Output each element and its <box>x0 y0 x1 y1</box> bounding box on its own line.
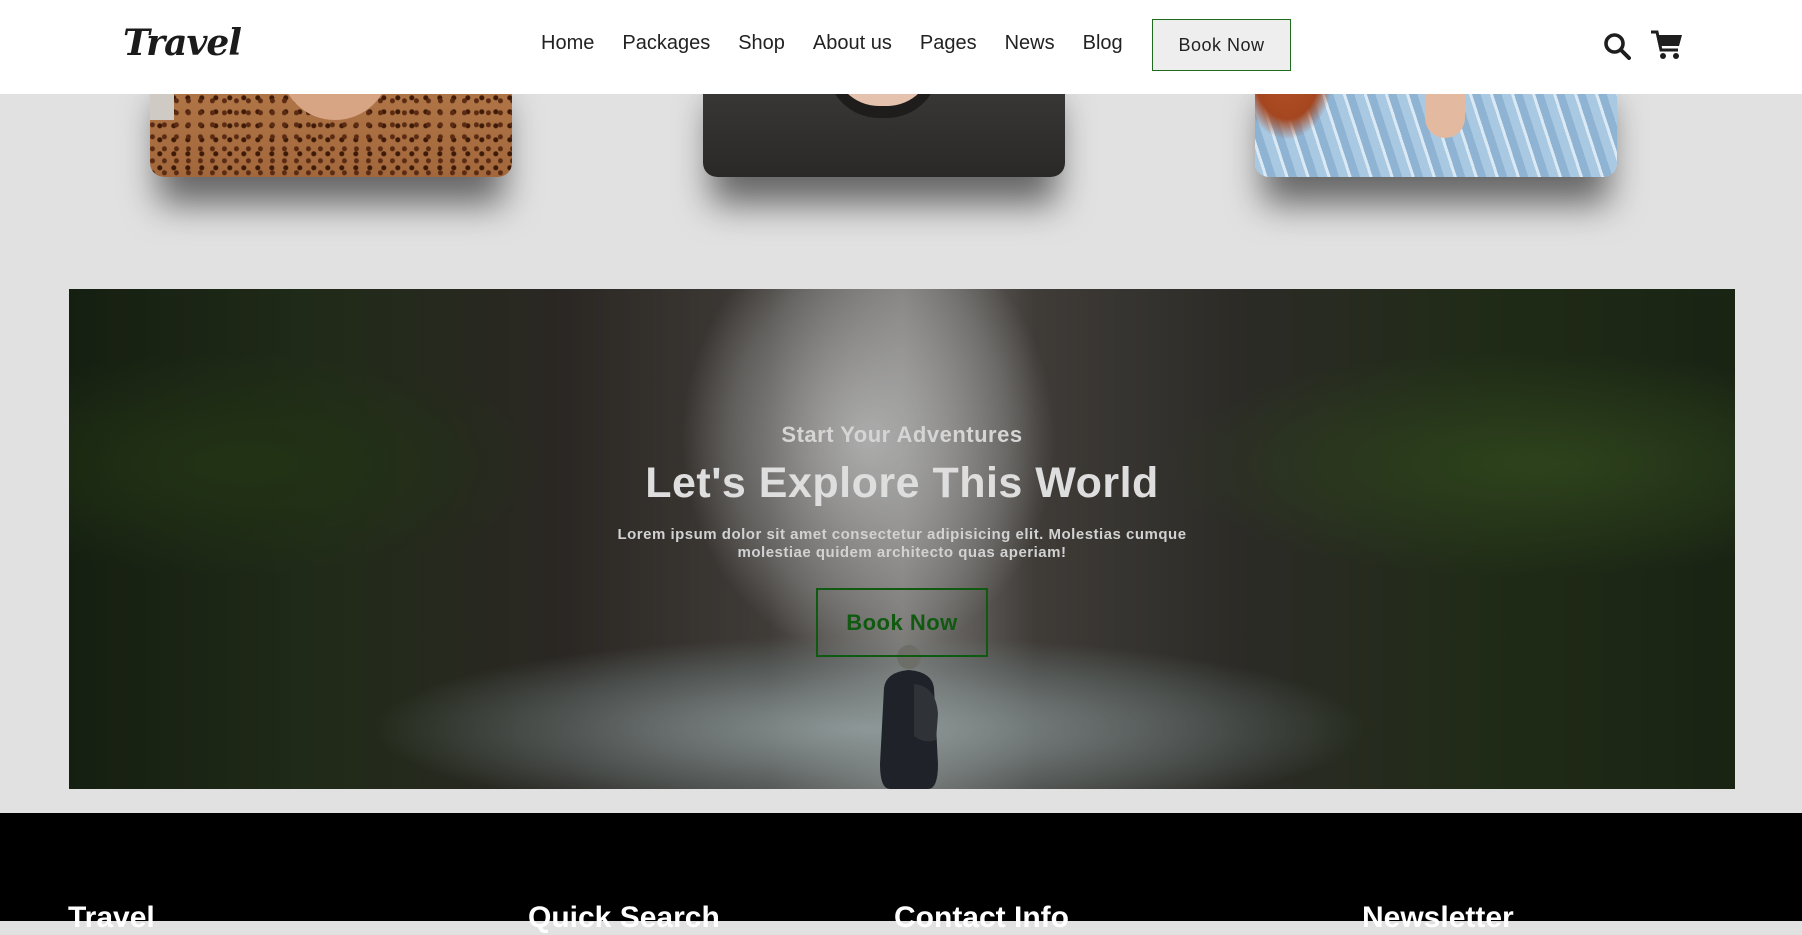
footer-heading-quick-search: Quick Search <box>528 901 720 934</box>
cart-icon[interactable] <box>1651 30 1683 60</box>
nav-item-news[interactable]: News <box>1005 32 1055 55</box>
footer-heading-newsletter: Newsletter <box>1362 901 1514 934</box>
banner-description: Lorem ipsum dolor sit amet consectetur a… <box>617 526 1187 561</box>
site-footer: Travel Quick Search Contact Info Newslet… <box>0 813 1802 934</box>
nav-item-about-us[interactable]: About us <box>813 32 892 55</box>
nav-item-blog[interactable]: Blog <box>1083 32 1123 55</box>
main-nav: Home Packages Shop About us Pages News B… <box>541 32 1123 55</box>
site-header: Travel Home Packages Shop About us Pages… <box>0 0 1802 94</box>
banner-content: Start Your Adventures Let's Explore This… <box>69 289 1735 789</box>
adventure-banner: Start Your Adventures Let's Explore This… <box>69 289 1735 789</box>
nav-item-shop[interactable]: Shop <box>738 32 785 55</box>
banner-book-now-button[interactable]: Book Now <box>816 588 988 657</box>
nav-item-pages[interactable]: Pages <box>920 32 977 55</box>
header-book-now-button[interactable]: Book Now <box>1152 19 1291 71</box>
site-logo[interactable]: Travel <box>123 22 242 64</box>
nav-item-home[interactable]: Home <box>541 32 594 55</box>
banner-subtitle: Start Your Adventures <box>781 422 1023 447</box>
nav-item-packages[interactable]: Packages <box>622 32 710 55</box>
footer-heading-contact-info: Contact Info <box>894 901 1069 934</box>
banner-title: Let's Explore This World <box>645 459 1159 507</box>
search-icon[interactable] <box>1603 32 1631 60</box>
footer-heading-travel: Travel <box>68 901 155 934</box>
